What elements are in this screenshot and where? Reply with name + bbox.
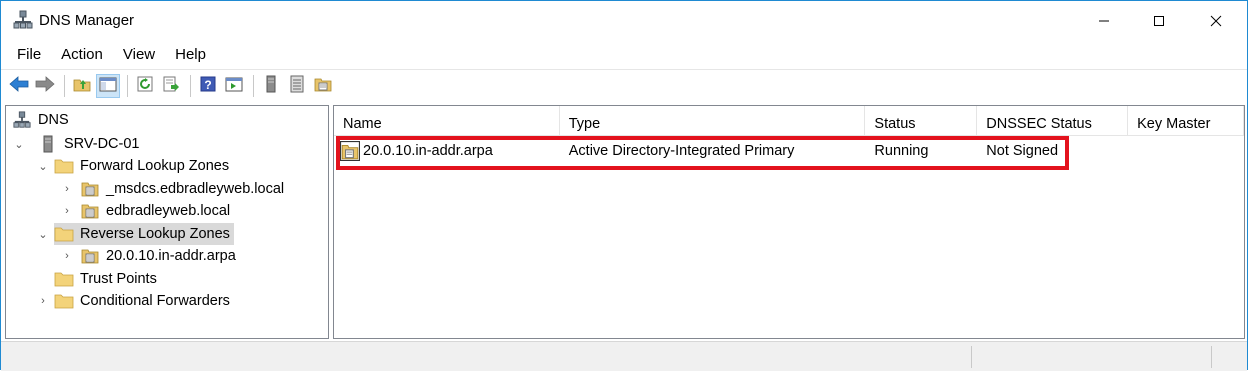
dns-manager-window: DNS Manager File Action View Help ? DNS … xyxy=(0,0,1248,371)
server-icon xyxy=(38,134,58,154)
status-bar xyxy=(1,341,1247,371)
zone-button[interactable] xyxy=(311,74,335,98)
tree-item-server[interactable]: ⌄ SRV-DC-01 xyxy=(12,133,139,155)
tree-item-label: Forward Lookup Zones xyxy=(80,158,230,174)
minimize-button[interactable] xyxy=(1081,1,1127,41)
column-header-dnssec-status[interactable]: DNSSEC Status xyxy=(977,106,1129,136)
up-folder-icon xyxy=(73,76,91,95)
table-row[interactable]: 20.0.10.in-addr.arpa Active Directory-In… xyxy=(334,139,1244,163)
server-icon xyxy=(265,75,277,96)
column-header-name[interactable]: Name xyxy=(334,106,560,136)
status-separator xyxy=(971,346,972,368)
action-pane-icon xyxy=(225,76,243,95)
status-separator xyxy=(1211,346,1212,368)
zone-icon xyxy=(80,179,100,199)
chevron-right-icon[interactable]: › xyxy=(60,178,74,200)
chevron-right-icon[interactable]: › xyxy=(36,290,50,312)
chevron-down-icon[interactable]: ⌄ xyxy=(12,133,26,155)
cell-type: Active Directory-Integrated Primary xyxy=(568,143,795,159)
dns-icon xyxy=(12,110,32,130)
show-hide-console-tree-button[interactable] xyxy=(96,73,120,98)
menu-bar: File Action View Help xyxy=(1,41,1247,69)
zone-icon xyxy=(80,201,100,221)
up-one-level-button[interactable] xyxy=(70,74,94,98)
cell-name: 20.0.10.in-addr.arpa xyxy=(334,141,560,161)
toolbar-separator xyxy=(190,74,191,97)
action-pane-button[interactable] xyxy=(222,74,246,98)
console-tree: DNS ⌄ SRV-DC-01 ⌄ Forward Lookup Zones › xyxy=(5,105,329,339)
menu-action[interactable]: Action xyxy=(51,41,113,69)
tree-item-label: Conditional Forwarders xyxy=(80,293,230,309)
list-view-icon xyxy=(289,75,305,96)
column-header-key-master[interactable]: Key Master xyxy=(1128,106,1244,136)
tree-item-label: Reverse Lookup Zones xyxy=(80,226,230,242)
zone-icon xyxy=(340,141,360,161)
tree-item-trust-points[interactable]: Trust Points xyxy=(36,268,157,290)
forward-button[interactable] xyxy=(33,74,57,98)
tree-item-label: edbradleyweb.local xyxy=(106,203,231,219)
export-list-icon xyxy=(162,76,180,95)
column-header-type[interactable]: Type xyxy=(560,106,866,136)
help-button[interactable]: ? xyxy=(196,74,220,98)
zone-icon xyxy=(314,75,332,96)
show-hide-console-tree-icon xyxy=(99,76,117,95)
chevron-down-icon[interactable]: ⌄ xyxy=(36,155,50,177)
toolbar: ? xyxy=(1,69,1247,101)
tree-item-msdcs-zone[interactable]: › _msdcs.edbradleyweb.local xyxy=(60,178,284,200)
zone-name: 20.0.10.in-addr.arpa xyxy=(363,143,493,159)
tree-item-edbradleyweb-zone[interactable]: › edbradleyweb.local xyxy=(60,200,230,222)
toolbar-separator xyxy=(64,74,65,97)
title-bar: DNS Manager xyxy=(1,1,1247,41)
window-title: DNS Manager xyxy=(39,12,135,29)
back-icon xyxy=(9,76,29,95)
toolbar-separator xyxy=(253,74,254,97)
folder-icon xyxy=(54,269,74,289)
list-header: Name Type Status DNSSEC Status Key Maste… xyxy=(334,106,1244,136)
tree-item-label: Trust Points xyxy=(80,271,157,287)
selected-highlight: Reverse Lookup Zones xyxy=(54,223,234,245)
refresh-button[interactable] xyxy=(133,74,157,98)
folder-icon xyxy=(54,224,74,244)
chevron-down-icon[interactable]: ⌄ xyxy=(36,223,50,245)
tree-item-label: SRV-DC-01 xyxy=(64,136,140,152)
menu-file[interactable]: File xyxy=(7,41,51,69)
tree-item-forward-lookup-zones[interactable]: ⌄ Forward Lookup Zones xyxy=(36,155,229,177)
tree-item-label: DNS xyxy=(38,112,69,128)
folder-icon xyxy=(54,291,74,311)
tree-item-label: 20.0.10.in-addr.arpa xyxy=(106,248,236,264)
export-list-button[interactable] xyxy=(159,74,183,98)
toolbar-separator xyxy=(127,74,128,97)
menu-view[interactable]: View xyxy=(113,41,165,69)
tree-item-dns[interactable]: DNS xyxy=(12,109,69,131)
cell-dnssec-status: Not Signed xyxy=(986,143,1059,159)
tree-item-reverse-zone[interactable]: › 20.0.10.in-addr.arpa xyxy=(60,245,236,267)
menu-help[interactable]: Help xyxy=(165,41,216,69)
tree-item-reverse-lookup-zones[interactable]: ⌄ Reverse Lookup Zones xyxy=(36,223,234,245)
dns-app-icon xyxy=(13,10,33,30)
zone-icon xyxy=(80,246,100,266)
results-list: Name Type Status DNSSEC Status Key Maste… xyxy=(333,105,1245,339)
cell-status: Running xyxy=(874,143,929,159)
folder-icon xyxy=(54,156,74,176)
maximize-button[interactable] xyxy=(1136,1,1182,41)
tree-item-conditional-forwarders[interactable]: › Conditional Forwarders xyxy=(36,290,230,312)
svg-text:?: ? xyxy=(204,78,211,92)
close-button[interactable] xyxy=(1193,1,1239,41)
back-button[interactable] xyxy=(7,74,31,98)
column-header-status[interactable]: Status xyxy=(865,106,978,136)
tree-item-label: _msdcs.edbradleyweb.local xyxy=(106,181,285,197)
chevron-right-icon[interactable]: › xyxy=(60,245,74,267)
forward-icon xyxy=(35,76,55,95)
server-button[interactable] xyxy=(259,74,283,98)
refresh-icon xyxy=(136,76,154,95)
chevron-right-icon[interactable]: › xyxy=(60,200,74,222)
list-view-button[interactable] xyxy=(285,74,309,98)
help-icon: ? xyxy=(200,76,216,95)
